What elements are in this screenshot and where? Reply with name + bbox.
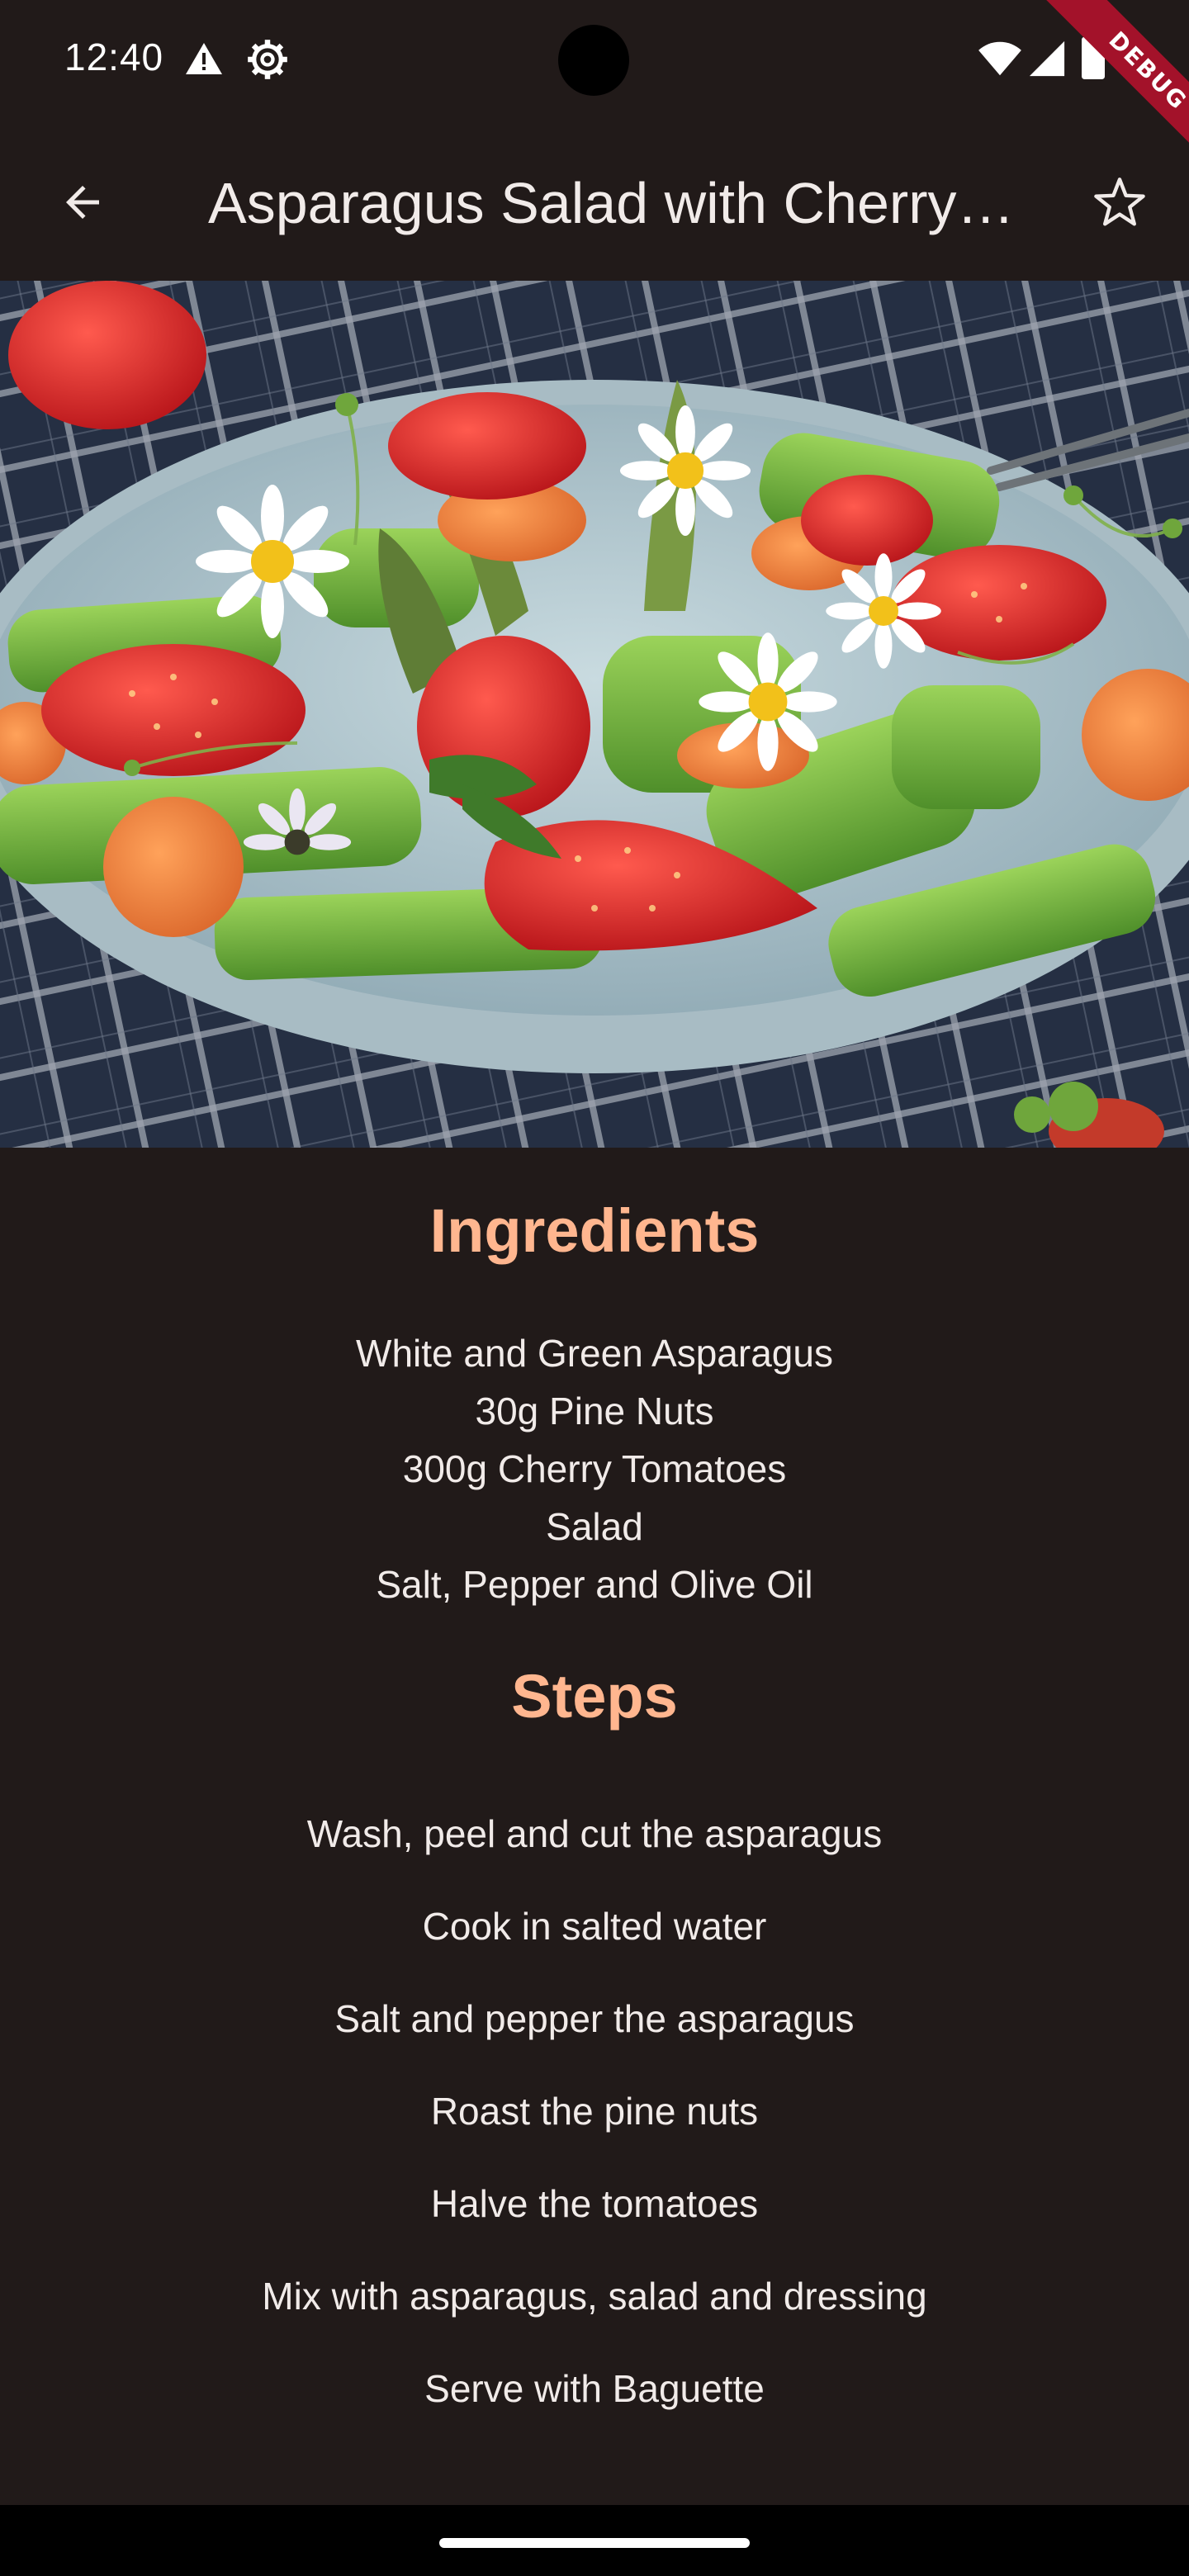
ingredient-item: Salt, Pepper and Olive Oil [376, 1563, 813, 1606]
camera-cutout [558, 25, 629, 96]
alert-icon [186, 43, 222, 74]
step-item: Roast the pine nuts [430, 2090, 759, 2133]
step-item: Salt and pepper the asparagus [334, 1997, 855, 2040]
step-item: Mix with asparagus, salad and dressing [262, 2275, 927, 2318]
ingredient-item: 30g Pine Nuts [475, 1390, 714, 1432]
status-time: 12:40 [64, 36, 164, 78]
step-item: Cook in salted water [422, 1905, 767, 1948]
settings-gear-icon [248, 40, 287, 79]
recipe-detail-screen: 12:40 DEBUG Asparagus Salad with Cherry … [0, 0, 1189, 2576]
steps-heading: Steps [511, 1662, 678, 1731]
star-outline-icon [1094, 178, 1145, 226]
app-bar: Asparagus Salad with Cherry Tomatoes [0, 124, 1189, 281]
steps-list: Wash, peel and cut the asparagus Cook in… [0, 1805, 1189, 2452]
step-item: Serve with Baguette [424, 2367, 765, 2410]
page-title: Asparagus Salad with Cherry Tomatoes [208, 171, 1017, 235]
signal-icon [1029, 40, 1065, 77]
wifi-icon [978, 41, 1021, 76]
favorite-button[interactable] [1077, 159, 1163, 245]
salad-photo-illustration [0, 281, 1189, 1148]
step-item: Wash, peel and cut the asparagus [306, 1812, 883, 1855]
system-navigation-bar [0, 2505, 1189, 2576]
recipe-hero-image [0, 281, 1189, 1148]
ingredients-heading: Ingredients [429, 1196, 760, 1265]
home-gesture-handle[interactable] [439, 2538, 750, 2548]
step-item: Halve the tomatoes [430, 2182, 759, 2225]
ingredient-item: Salad [546, 1505, 643, 1548]
ingredient-item: 300g Cherry Tomatoes [402, 1447, 787, 1490]
back-button[interactable] [40, 159, 126, 245]
arrow-back-icon [66, 186, 99, 219]
status-bar: 12:40 [0, 0, 1189, 124]
ingredients-list: White and Green Asparagus 30g Pine Nuts … [0, 1324, 1189, 1613]
ingredient-item: White and Green Asparagus [356, 1332, 833, 1375]
